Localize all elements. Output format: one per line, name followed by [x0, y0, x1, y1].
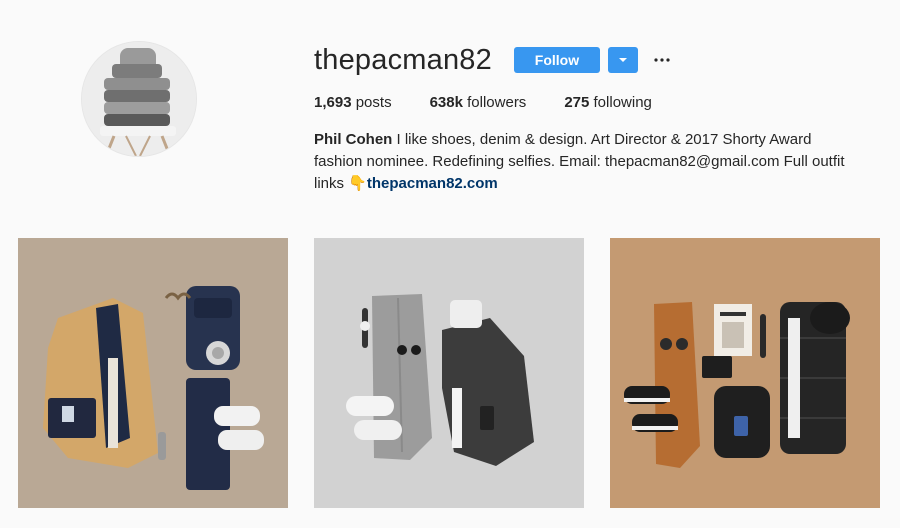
- full-name: Phil Cohen: [314, 131, 393, 148]
- post-thumbnail[interactable]: [18, 238, 288, 508]
- following-stat[interactable]: 275 following: [564, 94, 652, 111]
- username: thepacman82: [314, 43, 492, 76]
- followers-label: followers: [467, 94, 527, 111]
- profile-stats: 1,693 posts 638k followers 275 following: [314, 94, 874, 111]
- posts-label: posts: [355, 94, 392, 111]
- chevron-down-icon: [618, 58, 627, 62]
- posts-stat: 1,693 posts: [314, 94, 392, 111]
- post-thumbnail[interactable]: [610, 238, 880, 508]
- follow-button[interactable]: Follow: [513, 47, 600, 73]
- profile-bio: Phil Cohen I like shoes, denim & design.…: [314, 129, 854, 195]
- suggested-accounts-button[interactable]: [607, 47, 638, 73]
- posts-grid: [18, 238, 882, 528]
- post-thumbnail[interactable]: [314, 238, 584, 508]
- post-image-puffer-outfit: [610, 238, 880, 508]
- post-image-sweater-outfit: [314, 238, 584, 508]
- website-link[interactable]: thepacman82.com: [367, 175, 498, 192]
- posts-count: 1,693: [314, 94, 352, 111]
- followers-count: 638k: [429, 94, 463, 111]
- post-image-coat-outfit: [18, 238, 288, 508]
- avatar-image: [82, 42, 196, 156]
- pointing-down-emoji: 👇: [348, 175, 367, 192]
- more-options-icon: [654, 58, 670, 62]
- following-count: 275: [564, 94, 590, 111]
- title-row: thepacman82 Follow: [314, 38, 874, 82]
- following-label: following: [593, 94, 652, 111]
- profile-header: thepacman82 Follow 1,693 posts 638k foll…: [314, 38, 874, 195]
- followers-stat[interactable]: 638k followers: [430, 94, 527, 111]
- more-options-button[interactable]: [650, 47, 674, 73]
- profile-avatar[interactable]: [82, 42, 196, 156]
